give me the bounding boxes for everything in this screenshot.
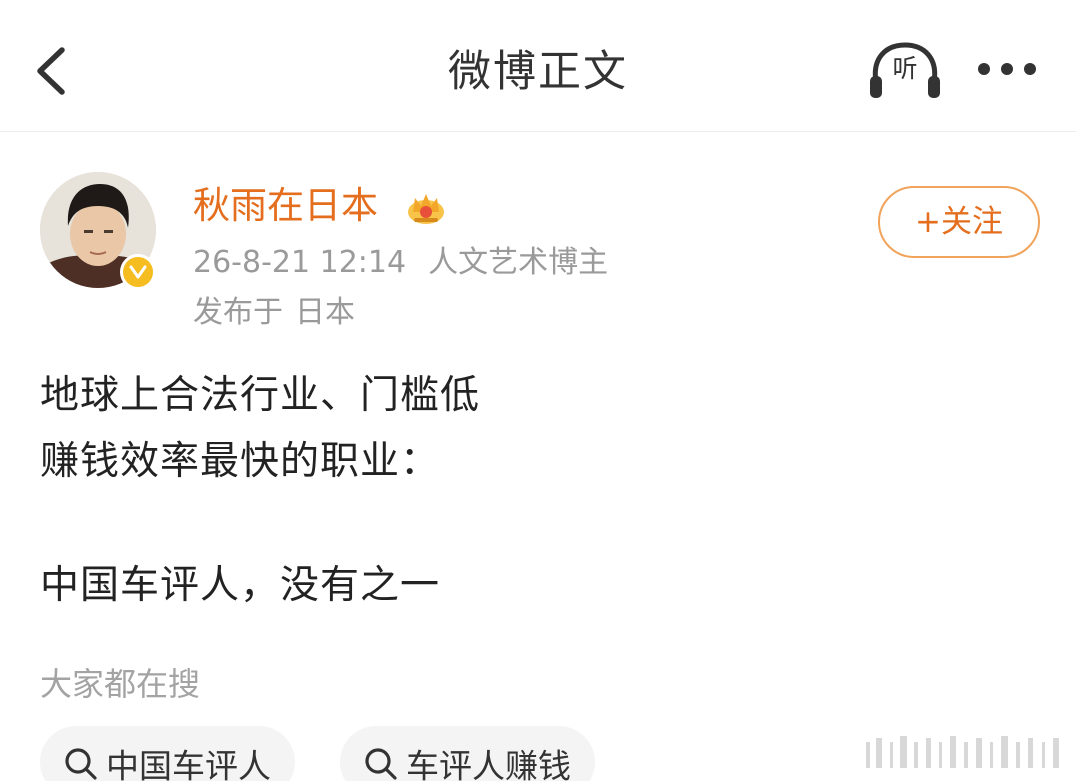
location-prefix: 发布于 [193,295,283,330]
author-tag: 人文艺术博主 [428,245,609,280]
post-location: 发布于 日本 [193,292,355,334]
search-icon [65,747,97,780]
hot-search-label: 中国车评人 [106,746,271,781]
verified-check-icon [129,265,147,279]
hot-search-title: 大家都在搜 [40,665,201,703]
post-text-line: 赚钱效率最快的职业： [40,439,441,484]
post-timestamp: 26-8-21 12:14 [193,245,407,280]
listen-button[interactable]: 听 [866,40,944,102]
top-navigation-bar: 微博正文 听 [0,0,1076,132]
post-text-line: 地球上合法行业、门槛低 [40,373,481,418]
post-meta: 26-8-21 12:14 人文艺术博主 [193,242,608,284]
author-name[interactable]: 秋雨在日本 [193,180,378,232]
more-options-button[interactable] [974,56,1042,86]
more-dots-icon [1001,63,1013,75]
hot-search-chip[interactable]: 车评人赚钱 [340,726,595,781]
more-dots-icon [978,63,990,75]
hot-search-label: 车评人赚钱 [406,746,571,781]
verified-badge [120,254,156,290]
follow-button[interactable]: +关注 [878,186,1040,258]
watermark-stripes [866,736,1059,768]
search-icon [365,747,397,780]
more-dots-icon [1024,63,1036,75]
crown-icon[interactable] [405,188,447,226]
listen-label: 听 [892,54,918,83]
hot-search-chip[interactable]: 中国车评人 [40,726,295,781]
weibo-post-page: 微博正文 听 秋雨在日本 26-8-21 12:14 人文艺术博主 发布于 日本… [0,0,1076,781]
post-text-line: 中国车评人，没有之一 [40,563,441,608]
location-name: 日本 [295,295,355,330]
